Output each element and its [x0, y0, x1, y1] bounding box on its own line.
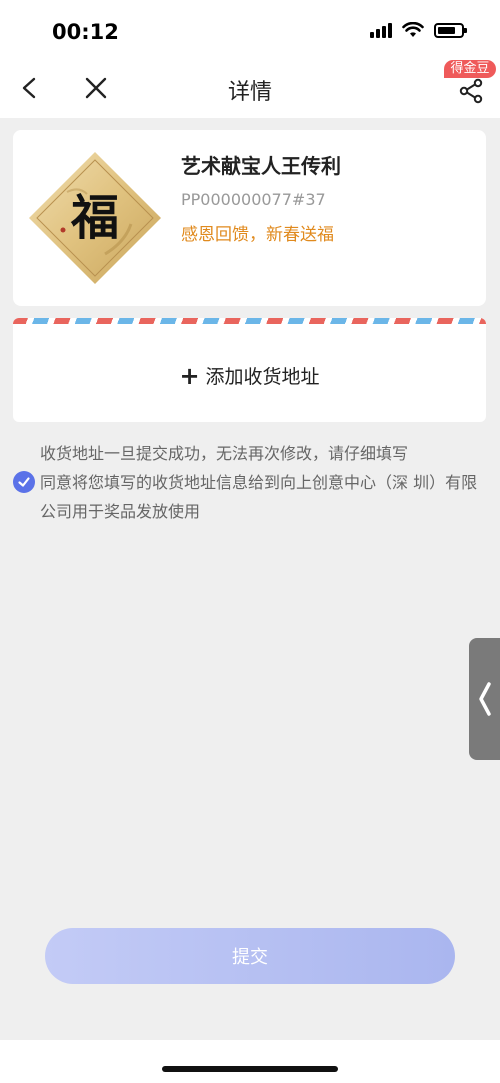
status-icons: [370, 22, 467, 38]
add-address-label: 添加收货地址: [205, 366, 320, 388]
signal-icon: [370, 22, 392, 38]
home-indicator[interactable]: [162, 1066, 338, 1072]
airmail-stripe: [13, 318, 486, 324]
check-icon: [18, 477, 30, 487]
nav-bar: 详情 得金豆: [0, 60, 500, 118]
address-notice: 收货地址一旦提交成功，无法再次修改，请仔细填写: [40, 444, 409, 463]
side-drawer-tab[interactable]: [469, 638, 500, 760]
consent-text: 同意将您填写的收货地址信息给到向上创意中心（深 圳）有限公司用于奖品发放使用: [40, 473, 478, 521]
wifi-icon: [402, 22, 424, 37]
plus-icon: +: [179, 361, 200, 390]
share-icon[interactable]: [458, 78, 484, 104]
prize-slogan: 感恩回馈，新春送福: [181, 225, 334, 245]
gold-bean-badge[interactable]: 得金豆: [444, 60, 496, 78]
submit-button[interactable]: 提交: [45, 928, 455, 984]
prize-code: PP000000077#37: [181, 190, 326, 209]
status-time: 00:12: [52, 20, 119, 44]
fu-character-image: 福: [29, 152, 161, 284]
fu-character: 福: [70, 190, 119, 246]
chevron-left-icon: [478, 682, 491, 716]
bottom-area: [0, 1040, 500, 1083]
prize-card: 福 艺术献宝人王传利 PP000000077#37 感恩回馈，新春送福: [13, 130, 486, 306]
add-address-button[interactable]: + 添加收货地址: [13, 362, 486, 389]
prize-title: 艺术献宝人王传利: [181, 154, 341, 178]
status-bar: 00:12: [0, 0, 500, 60]
battery-icon: [434, 22, 467, 38]
consent-checkbox[interactable]: [13, 471, 35, 493]
page-title: 详情: [227, 80, 272, 105]
add-address-card[interactable]: + 添加收货地址: [13, 318, 486, 422]
